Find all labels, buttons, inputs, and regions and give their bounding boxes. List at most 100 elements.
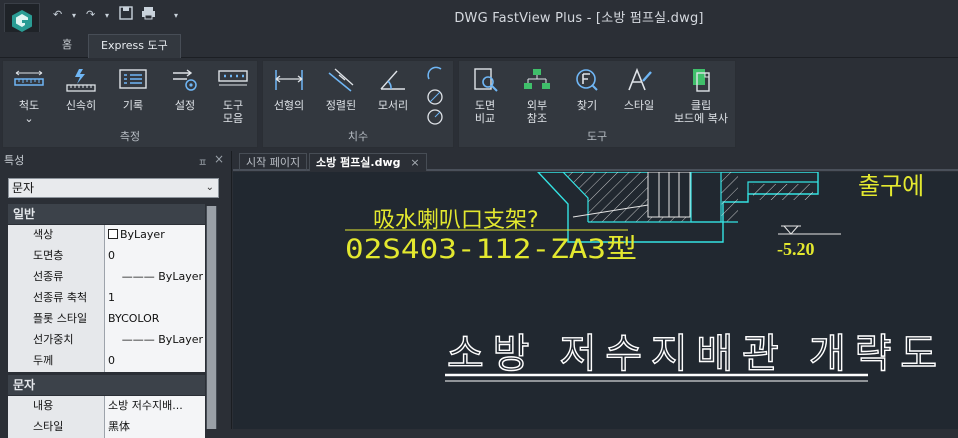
- property-value[interactable]: 0: [105, 246, 205, 267]
- property-value[interactable]: ——— ByLayer: [105, 330, 205, 351]
- find-label: 찾기: [576, 99, 598, 112]
- linear-dimension-button[interactable]: 선형의: [265, 67, 313, 112]
- toolbar-button[interactable]: 도구 모음: [209, 67, 257, 125]
- scale-dropdown-icon[interactable]: ⌄: [24, 112, 33, 125]
- aligned-dimension-label: 정렬된: [325, 99, 357, 112]
- property-key: 두께: [8, 351, 105, 372]
- property-row-lineweight[interactable]: 선가중치 ——— ByLayer: [8, 330, 205, 351]
- ribbon-group-measure: 척도 ⌄ 신속히 기록 설정 도구 모음 측정: [2, 60, 258, 148]
- property-row-layer[interactable]: 도면층 0: [8, 246, 205, 267]
- linear-dimension-icon: [275, 70, 303, 90]
- property-value[interactable]: 黑体: [105, 417, 205, 438]
- elevation-value: -5.20: [777, 239, 815, 259]
- pump-pit-section: [537, 172, 819, 243]
- property-row-style[interactable]: 스타일 黑体: [8, 417, 205, 438]
- tab-start-page[interactable]: 시작 페이지: [239, 153, 308, 171]
- clipboard-copy-icon: [693, 69, 710, 92]
- ribbon-tab-bar: 홈 Express 도구: [0, 32, 958, 58]
- quick-measure-label: 신속히: [65, 99, 97, 112]
- group-label-dimension: 치수: [347, 130, 369, 143]
- record-button[interactable]: 기록: [109, 67, 157, 112]
- group-label-tools: 도구: [586, 130, 608, 143]
- object-type-value: 문자: [12, 181, 35, 195]
- property-value[interactable]: 1: [105, 288, 205, 309]
- properties-panel: 특성 ㅍ × 문자 ⌄ 일반 색상 ByLayer 도면층 0 선종류 ——— …: [0, 151, 232, 438]
- ruler-scale-icon: [14, 70, 44, 86]
- close-panel-icon[interactable]: ×: [214, 152, 224, 166]
- title-bar: ↶ ▾ ↷ ▾ ▾ DWG FastView Plus - [소방 펌프실.dw…: [0, 0, 958, 39]
- compare-drawings-button[interactable]: 도면 비교: [461, 67, 509, 125]
- property-row-plot-style[interactable]: 플롯 스타일 BYCOLOR: [8, 309, 205, 330]
- angular-dimension-label: 모서리: [377, 99, 409, 112]
- copy-to-clipboard-label: 클립 보드에 복사: [673, 99, 729, 125]
- drawing-canvas[interactable]: 吸水喇叭口支架? 02S403-112-ZA3型 -5.20 출구에 소방 저수…: [233, 172, 958, 429]
- tab-home[interactable]: 홈: [50, 34, 84, 58]
- section-text[interactable]: 문자: [8, 375, 205, 395]
- properties-scrollbar[interactable]: [206, 206, 217, 429]
- settings-gear-icon: [173, 69, 197, 91]
- toolbar-icon: [218, 70, 248, 86]
- property-key: 색상: [8, 225, 105, 246]
- quick-measure-button[interactable]: 신속히: [57, 67, 105, 112]
- scale-button[interactable]: 척도 ⌄: [5, 67, 53, 125]
- pin-panel-icon[interactable]: ㅍ: [198, 154, 207, 169]
- text-style-icon: [628, 67, 652, 91]
- property-key: 도면층: [8, 246, 105, 267]
- aligned-dimension-button[interactable]: 정렬된: [317, 67, 365, 112]
- property-key: 선종류: [8, 267, 105, 288]
- chevron-down-icon: ⌄: [205, 182, 214, 193]
- tab-drawing-file-label: 소방 펌프실.dwg: [316, 156, 401, 169]
- property-row-color[interactable]: 색상 ByLayer: [8, 225, 205, 246]
- annotation-model-code: 02S403-112-ZA3型: [345, 234, 637, 265]
- annotation-outlet: 출구에: [858, 172, 924, 200]
- find-text-icon: [576, 69, 598, 91]
- scrollbar-thumb[interactable]: [207, 206, 216, 429]
- angle-icon: [380, 70, 405, 90]
- style-label: 스타일: [623, 99, 655, 112]
- property-key: 선가중치: [8, 330, 105, 351]
- property-row-linetype-scale[interactable]: 선종류 축척 1: [8, 288, 205, 309]
- properties-title: 특성: [4, 154, 25, 167]
- arc-radius-icons[interactable]: [425, 65, 445, 127]
- copy-to-clipboard-button[interactable]: 클립 보드에 복사: [667, 67, 735, 125]
- cad-drawing: 吸水喇叭口支架? 02S403-112-ZA3型 -5.20 출구에 소방 저수…: [345, 172, 938, 382]
- property-value[interactable]: 소방 저수지배...: [105, 396, 205, 417]
- compare-drawings-label: 도면 비교: [474, 99, 496, 125]
- window-title: DWG FastView Plus - [소방 펌프실.dwg]: [454, 11, 704, 26]
- compare-drawings-icon: [474, 68, 498, 92]
- toolbar-label: 도구 모음: [222, 99, 244, 125]
- property-row-contents[interactable]: 내용 소방 저수지배...: [8, 396, 205, 417]
- document-tab-bar: 시작 페이지 소방 펌프실.dwg ×: [233, 151, 958, 171]
- property-key: 스타일: [8, 417, 105, 438]
- property-row-thickness[interactable]: 두께 0: [8, 351, 205, 372]
- angular-dimension-button[interactable]: 모서리: [369, 67, 417, 112]
- ribbon-group-tools: 도면 비교 외부 참조 찾기 스타일 클립 보드에 복사 도구: [458, 60, 736, 148]
- property-key: 플롯 스타일: [8, 309, 105, 330]
- property-key: 내용: [8, 396, 105, 417]
- group-label-measure: 측정: [119, 130, 141, 143]
- settings-button[interactable]: 설정: [161, 67, 209, 112]
- tab-express-tools[interactable]: Express 도구: [88, 34, 181, 58]
- close-tab-icon[interactable]: ×: [410, 156, 419, 169]
- property-key: 선종류 축척: [8, 288, 105, 309]
- elevation-marker: [778, 225, 841, 235]
- section-general[interactable]: 일반: [8, 204, 205, 224]
- find-button[interactable]: 찾기: [563, 67, 611, 112]
- external-reference-button[interactable]: 외부 참조: [513, 67, 561, 125]
- drawing-title: 소방 저수지배관 개략도: [447, 331, 937, 377]
- property-value[interactable]: ByLayer: [105, 225, 205, 246]
- style-button[interactable]: 스타일: [615, 67, 663, 112]
- property-value[interactable]: ——— ByLayer: [105, 267, 205, 288]
- aligned-dimension-icon: [328, 68, 354, 92]
- record-label: 기록: [122, 99, 144, 112]
- annotation-chinese: 吸水喇叭口支架?: [373, 208, 539, 233]
- object-type-select[interactable]: 문자 ⌄: [8, 178, 219, 198]
- property-value[interactable]: 0: [105, 351, 205, 372]
- settings-label: 설정: [174, 99, 196, 112]
- tab-drawing-file[interactable]: 소방 펌프실.dwg ×: [309, 153, 427, 171]
- external-reference-label: 외부 참조: [526, 99, 548, 125]
- property-row-linetype[interactable]: 선종류 ——— ByLayer: [8, 267, 205, 288]
- quick-measure-icon: [66, 69, 96, 92]
- external-reference-icon: [524, 69, 550, 89]
- property-value[interactable]: BYCOLOR: [105, 309, 205, 330]
